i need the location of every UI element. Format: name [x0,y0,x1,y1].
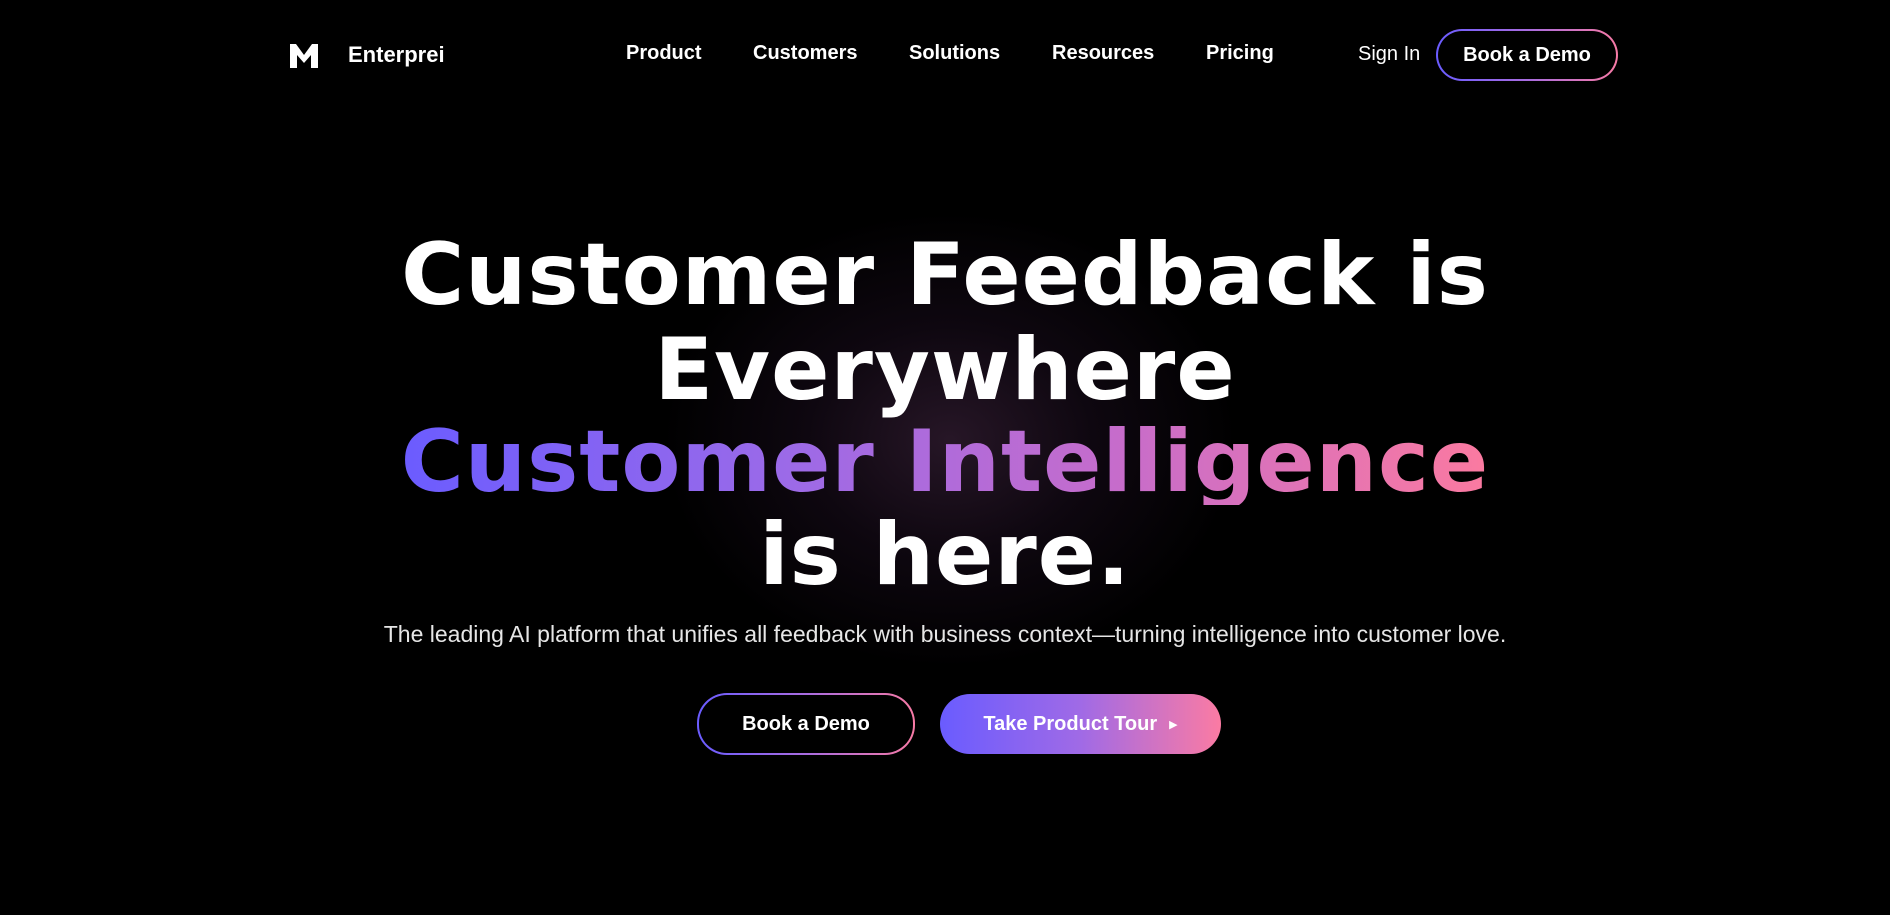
nav-link-resources[interactable]: Resources [1052,42,1154,65]
nav-link-product[interactable]: Product [626,42,702,65]
hero-line-1: Customer Feedback is [401,225,1489,325]
hero-book-demo-label: Book a Demo [699,695,913,753]
play-triangle-icon: ▶ [1169,718,1178,731]
hero-line-3: Customer Intelligence [0,419,1890,505]
take-product-tour-label: Take Product Tour [983,712,1158,735]
landing-page: Enterprei Product Customers Solutions Re… [0,0,1890,915]
hero-line-2: Everywhere [654,320,1236,420]
hero-gradient-text: Customer Intelligence [400,412,1490,512]
nav-book-demo-button[interactable]: Book a Demo [1436,29,1618,81]
hero-subtitle: The leading AI platform that unifies all… [383,621,1507,647]
sign-in-link[interactable]: Sign In [1358,43,1420,66]
brand-logo-icon[interactable] [289,41,319,69]
hero-book-demo-button[interactable]: Book a Demo [697,693,915,755]
take-product-tour-button[interactable]: Take Product Tour ▶ [940,694,1221,754]
hero-line-4: is here. [759,505,1131,605]
nav-link-pricing[interactable]: Pricing [1206,42,1274,65]
top-navigation: Enterprei Product Customers Solutions Re… [0,0,1890,110]
nav-book-demo-label: Book a Demo [1438,31,1616,79]
nav-link-customers[interactable]: Customers [753,42,857,65]
brand-name[interactable]: Enterprei [348,42,445,68]
nav-link-solutions[interactable]: Solutions [909,42,1000,65]
